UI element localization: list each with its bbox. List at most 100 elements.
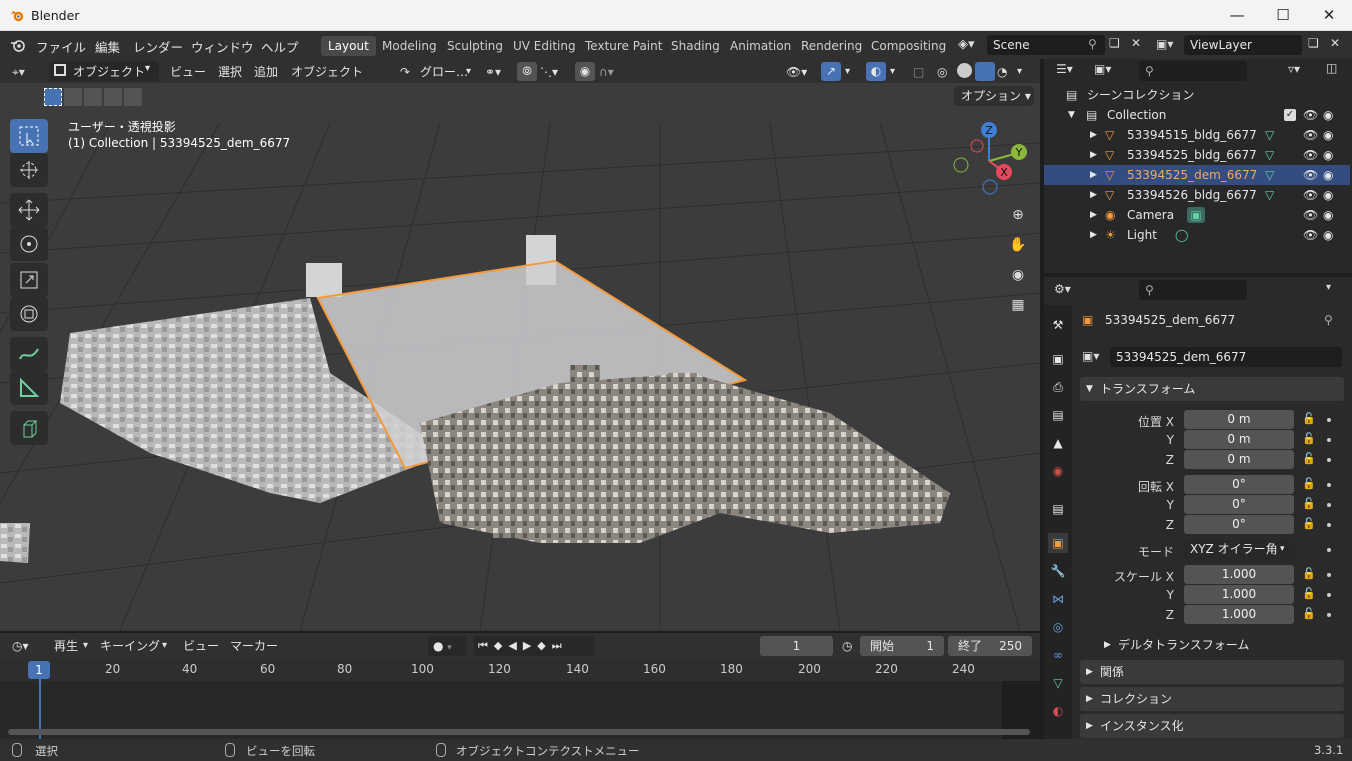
expand-arrow-icon[interactable]: ▶ <box>1090 165 1097 185</box>
delta-transform-subpanel[interactable]: ▶ デルタトランスフォーム <box>1100 635 1340 655</box>
lock-icon[interactable]: 🔓 <box>1302 497 1316 510</box>
visibility-icon[interactable]: 👁▾ <box>786 62 807 82</box>
playback-controls[interactable]: ⏮◆◀▶◆⏭ <box>474 636 594 656</box>
menu-timeline-view[interactable]: ビュー <box>183 636 219 656</box>
eye-icon[interactable]: 👁 <box>1303 105 1318 125</box>
filter-icon[interactable]: ▿▾ <box>1288 62 1300 76</box>
chevron-down-icon[interactable]: ▾ <box>1326 282 1331 293</box>
camera-render-icon[interactable]: ◉ <box>1323 145 1333 165</box>
relations-panel-header[interactable]: ▶ 関係 <box>1080 660 1344 684</box>
blender-menu-icon[interactable] <box>10 38 26 52</box>
outliner-scene-collection[interactable]: ▤ シーンコレクション <box>1044 85 1350 105</box>
viewlayer-icon[interactable]: ▣▾ <box>1156 37 1173 51</box>
proportional-edit-icon[interactable]: ◉ <box>575 62 595 81</box>
properties-search-input[interactable]: ⚲ <box>1139 280 1247 300</box>
auto-key-icon[interactable]: ● ▾ <box>428 636 466 656</box>
keyframe-dot[interactable] <box>1327 418 1331 422</box>
lock-icon[interactable]: 🔓 <box>1302 567 1316 580</box>
constraints-tab-icon[interactable]: ∞ <box>1048 645 1068 665</box>
outliner-item-selected[interactable]: ▶ ▽ 53394525_dem_6677 ▽ 👁 ◉ <box>1044 165 1350 185</box>
outliner-collection[interactable]: ▼ ▤ Collection ✓ 👁 ◉ <box>1044 105 1350 125</box>
solid-shading-icon[interactable] <box>957 63 972 78</box>
particles-tab-icon[interactable]: ⋈ <box>1048 589 1068 609</box>
start-frame-field[interactable]: 開始 1 <box>860 636 944 656</box>
outliner-search-input[interactable]: ⚲ <box>1139 61 1247 81</box>
tab-animation[interactable]: Animation <box>723 36 798 56</box>
tab-modeling[interactable]: Modeling <box>375 36 444 56</box>
rendered-shading-icon[interactable]: ◔ <box>997 62 1007 82</box>
snap-target-icon[interactable]: ⋱▾ <box>540 62 558 82</box>
xray-icon[interactable]: □ <box>913 62 924 82</box>
zoom-icon[interactable]: ⊕ <box>1004 201 1032 229</box>
view-layer-tab-icon[interactable]: ▤ <box>1048 405 1068 425</box>
output-tab-icon[interactable]: ⎙ <box>1048 377 1068 397</box>
menu-render[interactable]: レンダー <box>133 37 183 56</box>
options-dropdown[interactable]: オプション ▾ <box>954 86 1034 106</box>
pin-icon[interactable]: ⚲ <box>1088 37 1097 51</box>
keyframe-dot[interactable] <box>1327 458 1331 462</box>
camera-render-icon[interactable]: ◉ <box>1323 105 1333 125</box>
menu-file[interactable]: ファイル <box>36 37 86 56</box>
select-mode-buttons[interactable] <box>44 88 142 106</box>
menu-keying[interactable]: キーイング <box>100 636 160 656</box>
material-tab-icon[interactable]: ◐ <box>1048 701 1068 721</box>
annotate-tool[interactable] <box>10 337 48 371</box>
falloff-icon[interactable]: ∩▾ <box>599 62 614 82</box>
lock-icon[interactable]: 🔓 <box>1302 412 1316 425</box>
menu-edit[interactable]: 編集 <box>95 37 120 56</box>
outliner-item[interactable]: ▶ ▽ 53394515_bldg_6677 ▽ 👁 ◉ <box>1044 125 1350 145</box>
expand-arrow-icon[interactable]: ▶ <box>1090 145 1097 165</box>
timeline-scrollbar[interactable] <box>8 729 1030 735</box>
tab-rendering[interactable]: Rendering <box>794 36 869 56</box>
maximize-button[interactable]: ☐ <box>1260 0 1306 31</box>
expand-arrow-icon[interactable]: ▶ <box>1090 225 1097 245</box>
instancing-panel-header[interactable]: ▶ インスタンス化 <box>1080 714 1344 738</box>
gizmo-toggle-icon[interactable]: ↗ <box>821 62 841 81</box>
camera-render-icon[interactable]: ◉ <box>1323 225 1333 245</box>
timeline[interactable]: 1 20 40 60 80 100 120 140 160 180 200 22… <box>0 659 1040 739</box>
rotation-z-field[interactable]: 0° <box>1184 515 1294 534</box>
keyframe-dot[interactable] <box>1327 438 1331 442</box>
rotation-x-field[interactable]: 0° <box>1184 475 1294 494</box>
chevron-down-icon[interactable]: ▾ <box>890 62 895 82</box>
snap-toggle-icon[interactable]: ⦾ <box>517 62 537 81</box>
tab-shading[interactable]: Shading <box>664 36 727 56</box>
display-mode-icon[interactable]: ▣▾ <box>1094 62 1111 76</box>
menu-object[interactable]: オブジェクト <box>291 62 363 82</box>
select-box-tool[interactable] <box>10 119 48 153</box>
scene-tab-icon[interactable]: ▲ <box>1048 433 1068 453</box>
object-tab-icon[interactable]: ▣ <box>1048 533 1068 553</box>
transform-tool[interactable] <box>10 297 48 331</box>
exclude-checkbox[interactable]: ✓ <box>1284 109 1296 121</box>
camera-view-icon[interactable]: ◉ <box>1004 261 1032 289</box>
rotate-tool[interactable] <box>10 227 48 261</box>
lock-icon[interactable]: 🔓 <box>1302 587 1316 600</box>
tool-tab-icon[interactable]: ⚒ <box>1048 315 1068 335</box>
transform-orientation-icon[interactable]: ↷ <box>400 62 410 82</box>
delete-scene-icon[interactable]: ✕ <box>1131 36 1141 50</box>
timer-icon[interactable]: ◷ <box>842 636 852 656</box>
new-viewlayer-icon[interactable]: ❏ <box>1308 36 1319 50</box>
expand-arrow-icon[interactable]: ▶ <box>1090 125 1097 145</box>
keyframe-dot[interactable] <box>1327 483 1331 487</box>
menu-select[interactable]: 選択 <box>218 62 242 82</box>
overlay-toggle-icon[interactable]: ◐ <box>866 62 886 81</box>
scale-tool[interactable] <box>10 263 48 297</box>
delete-viewlayer-icon[interactable]: ✕ <box>1330 36 1340 50</box>
select-extend-icon[interactable] <box>64 88 82 106</box>
lock-icon[interactable]: 🔓 <box>1302 517 1316 530</box>
current-frame-field[interactable]: 1 <box>760 636 833 656</box>
navigation-gizmo[interactable]: Z Y X <box>948 119 1033 199</box>
scene-icon[interactable]: ◈▾ <box>958 37 975 52</box>
tab-compositing[interactable]: Compositing <box>864 36 953 56</box>
select-invert-icon[interactable] <box>104 88 122 106</box>
material-shading-icon[interactable] <box>975 62 995 81</box>
select-subtract-icon[interactable] <box>84 88 102 106</box>
eye-icon[interactable]: 👁 <box>1303 125 1318 145</box>
rotation-y-field[interactable]: 0° <box>1184 495 1294 514</box>
tab-uv-editing[interactable]: UV Editing <box>506 36 583 56</box>
pivot-point-icon[interactable]: ⚭▾ <box>485 62 501 82</box>
lock-icon[interactable]: 🔓 <box>1302 432 1316 445</box>
3d-viewport[interactable]: ユーザー・透視投影 (1) Collection | 53394525_dem_… <box>0 83 1040 631</box>
tab-sculpting[interactable]: Sculpting <box>440 36 510 56</box>
